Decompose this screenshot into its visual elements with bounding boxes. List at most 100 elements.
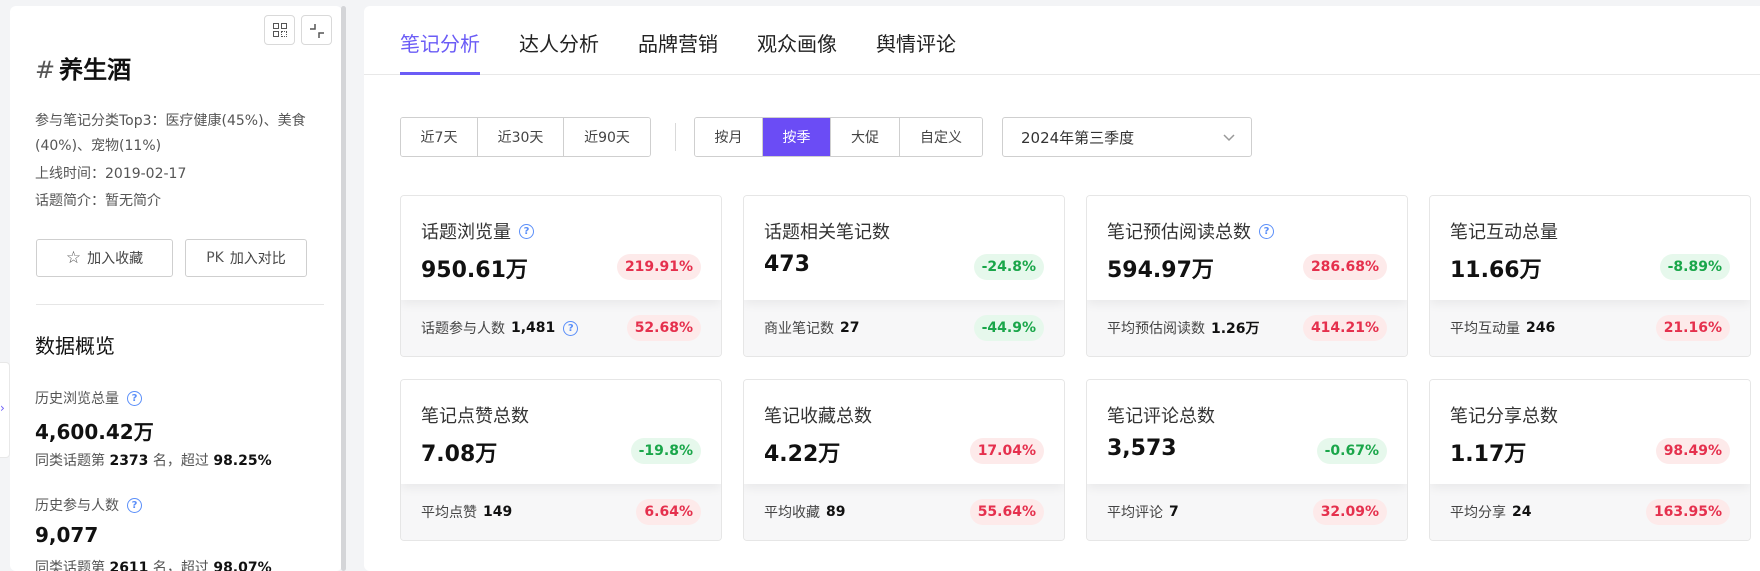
sub-metric-change-badge: -44.9% <box>973 315 1044 341</box>
metric-change-badge: -24.8% <box>973 254 1044 280</box>
topic-intro: 话题简介：暂无简介 <box>35 193 161 209</box>
metric-card-sub: 平均分享 24 163.95% <box>1430 484 1750 540</box>
sub-metric-change-badge: 32.09% <box>1312 499 1387 525</box>
add-favorite-button[interactable]: ☆ 加入收藏 <box>36 239 173 277</box>
metric-card: 笔记评论总数 3,573 -0.67% 平均评论 7 32.09% <box>1086 379 1408 541</box>
metric-card: 话题浏览量? 950.61万 219.91% 话题参与人数 1,481? 52.68% <box>400 195 722 357</box>
quarter-select-value: 2024年第三季度 <box>1021 128 1135 147</box>
sub-metric: 平均预估阅读数 1.26万 <box>1107 321 1260 337</box>
metric-change-badge: -0.67% <box>1316 438 1387 464</box>
metric-card: 话题相关笔记数 473 -24.8% 商业笔记数 27 -44.9% <box>743 195 1065 357</box>
add-favorite-label: 加入收藏 <box>87 251 144 267</box>
metric-card-main: 笔记预估阅读总数? 594.97万 286.68% <box>1087 196 1407 300</box>
overview-label-text: 历史参与人数 <box>35 498 119 514</box>
overview-value: 9,077 <box>35 523 99 547</box>
overview-rank-text: 同类话题第 2611 名，超过 98.07% <box>35 560 272 571</box>
metric-card: 笔记预估阅读总数? 594.97万 286.68% 平均预估阅读数 1.26万 414.2… <box>1086 195 1408 357</box>
metric-value: 594.97万 <box>1107 258 1214 283</box>
metric-card-sub: 话题参与人数 1,481? 52.68% <box>401 300 721 356</box>
metric-name: 笔记评论总数 <box>1107 406 1215 427</box>
sub-metric-change-badge: 6.64% <box>636 499 701 525</box>
metric-card-main: 笔记评论总数 3,573 -0.67% <box>1087 380 1407 484</box>
sub-metric-change-badge: 21.16% <box>1655 315 1730 341</box>
range-7d-option[interactable]: 近7天 <box>401 118 478 156</box>
metric-card-main: 笔记分享总数 1.17万 98.49% <box>1430 380 1750 484</box>
tab-brand-marketing[interactable]: 品牌营销 <box>638 28 718 75</box>
left-panel-scrollbar[interactable] <box>341 6 346 571</box>
date-range-selector: 近7天 近30天 近90天 <box>400 117 651 157</box>
overview-title: 数据概览 <box>35 334 115 358</box>
metric-value: 7.08万 <box>421 442 498 467</box>
help-icon[interactable]: ? <box>127 497 142 513</box>
metric-change-badge: -19.8% <box>630 438 701 464</box>
overview-value: 4,600.42万 <box>35 420 154 444</box>
metric-card-sub: 商业笔记数 27 -44.9% <box>744 300 1064 356</box>
add-compare-button[interactable]: PK 加入对比 <box>185 239 307 277</box>
sub-metric-change-badge: 163.95% <box>1645 499 1730 525</box>
topic-info-panel: # 养生酒 参与笔记分类Top3：医疗健康(45%)、美食(40%)、宠物(11%… <box>10 6 342 571</box>
overview-label-text: 历史浏览总量 <box>35 391 119 407</box>
sub-metric: 商业笔记数 27 <box>764 320 860 337</box>
expand-sidebar-tab[interactable]: › <box>0 362 10 458</box>
range-30d-option[interactable]: 近30天 <box>478 118 564 156</box>
topic-name: 养生酒 <box>59 56 132 84</box>
sub-metric-change-badge: 52.68% <box>626 315 701 341</box>
metric-card-main: 笔记互动总量 11.66万 -8.89% <box>1430 196 1750 300</box>
chevron-down-icon <box>1223 134 1235 142</box>
help-icon[interactable]: ? <box>519 223 534 239</box>
metric-card-sub: 平均评论 7 32.09% <box>1087 484 1407 540</box>
tab-bar: 笔记分析 达人分析 品牌营销 观众画像 舆情评论 <box>364 6 1760 75</box>
help-icon[interactable]: ? <box>1259 223 1274 239</box>
metric-card: 笔记点赞总数 7.08万 -19.8% 平均点赞 149 6.64% <box>400 379 722 541</box>
add-compare-label: 加入对比 <box>229 251 286 267</box>
chevron-right-icon: › <box>0 401 5 415</box>
overview-label: 历史浏览总量 ? <box>35 388 142 408</box>
metric-card: 笔记互动总量 11.66万 -8.89% 平均互动量 246 21.16% <box>1429 195 1751 357</box>
collapse-button[interactable] <box>301 15 332 45</box>
metric-value: 3,573 <box>1107 436 1177 461</box>
metric-change-badge: 219.91% <box>616 254 701 280</box>
range-90d-option[interactable]: 近90天 <box>564 118 650 156</box>
topic-online-date: 上线时间：2019-02-17 <box>35 166 187 182</box>
pk-icon: PK <box>206 250 224 266</box>
metric-change-badge: 98.49% <box>1655 438 1730 464</box>
tab-audience-profile[interactable]: 观众画像 <box>757 28 837 75</box>
tab-note-analysis[interactable]: 笔记分析 <box>400 28 480 75</box>
metric-card-main: 笔记收藏总数 4.22万 17.04% <box>744 380 1064 484</box>
metric-name: 话题相关笔记数 <box>764 222 890 243</box>
tab-kol-analysis[interactable]: 达人分析 <box>519 28 599 75</box>
metric-change-badge: 286.68% <box>1302 254 1387 280</box>
overview-rank-text: 同类话题第 2373 名，超过 98.25% <box>35 453 272 469</box>
metric-name: 话题浏览量? <box>421 218 534 244</box>
period-selector: 按月 按季 大促 自定义 <box>694 117 983 157</box>
period-promo-option[interactable]: 大促 <box>831 118 900 156</box>
hash-symbol: # <box>35 56 56 84</box>
metric-card-main: 笔记点赞总数 7.08万 -19.8% <box>401 380 721 484</box>
help-icon[interactable]: ? <box>127 390 142 406</box>
metric-card: 笔记收藏总数 4.22万 17.04% 平均收藏 89 55.64% <box>743 379 1065 541</box>
help-icon[interactable]: ? <box>563 320 579 336</box>
metric-change-badge: 17.04% <box>969 438 1044 464</box>
period-month-option[interactable]: 按月 <box>695 118 763 156</box>
topic-category-text: 参与笔记分类Top3：医疗健康(45%)、美食(40%)、宠物(11%) <box>35 113 306 154</box>
topic-title: # 养生酒 <box>35 50 131 85</box>
star-icon: ☆ <box>65 248 82 268</box>
metric-name: 笔记互动总量 <box>1450 222 1558 243</box>
metric-card-sub: 平均互动量 246 21.16% <box>1430 300 1750 356</box>
metric-value: 950.61万 <box>421 258 528 283</box>
sub-metric: 话题参与人数 1,481? <box>421 318 579 338</box>
metric-card-sub: 平均收藏 89 55.64% <box>744 484 1064 540</box>
period-custom-option[interactable]: 自定义 <box>900 118 982 156</box>
qrcode-button[interactable] <box>264 15 295 45</box>
period-quarter-option[interactable]: 按季 <box>763 118 831 156</box>
quarter-select[interactable]: 2024年第三季度 <box>1002 117 1252 157</box>
tab-public-opinion[interactable]: 舆情评论 <box>876 28 956 75</box>
metric-name: 笔记收藏总数 <box>764 406 872 427</box>
sub-metric-change-badge: 414.21% <box>1302 315 1387 341</box>
sub-metric: 平均互动量 246 <box>1450 320 1556 337</box>
sub-metric: 平均点赞 149 <box>421 504 513 521</box>
metric-name: 笔记分享总数 <box>1450 406 1558 427</box>
sub-metric-change-badge: 55.64% <box>969 499 1044 525</box>
sub-metric: 平均评论 7 <box>1107 504 1179 521</box>
metric-card: 笔记分享总数 1.17万 98.49% 平均分享 24 163.95% <box>1429 379 1751 541</box>
